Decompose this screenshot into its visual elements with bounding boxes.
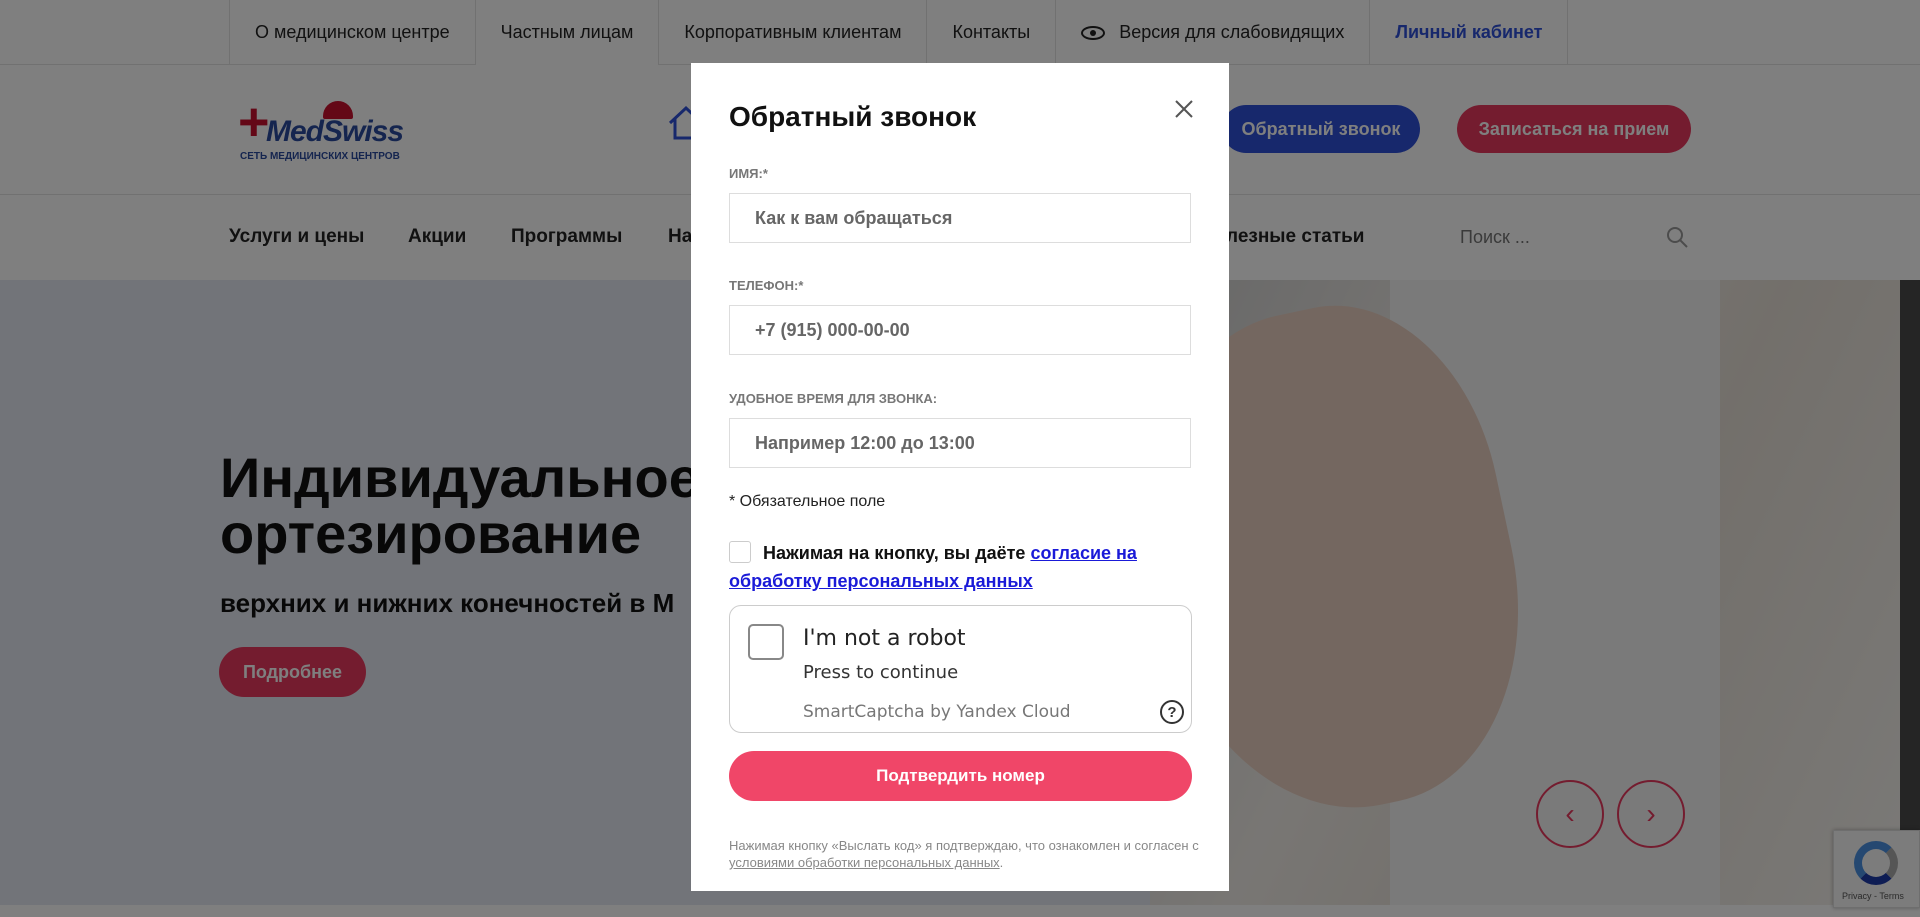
confirm-number-button[interactable]: Подтвердить номер — [729, 751, 1192, 801]
name-label: ИМЯ:* — [729, 166, 768, 181]
phone-label: ТЕЛЕФОН:* — [729, 278, 804, 293]
captcha-title: I'm not a robot — [803, 626, 966, 651]
required-note: * Обязательное поле — [729, 493, 886, 510]
close-icon[interactable] — [1172, 97, 1196, 121]
time-field[interactable] — [729, 418, 1191, 468]
name-field[interactable] — [729, 193, 1191, 243]
consent-text: Нажимая на кнопку, вы даёте — [763, 543, 1026, 563]
captcha-brand: SmartCaptcha by Yandex Cloud — [803, 702, 1071, 722]
legal-link[interactable]: условиями обработки персональных данных — [729, 855, 1000, 870]
consent-checkbox[interactable] — [729, 541, 751, 563]
smart-captcha: I'm not a robot Press to continue SmartC… — [729, 605, 1192, 733]
legal-text: Нажимая кнопку «Выслать код» я подтвержд… — [729, 838, 1199, 853]
legal-note: Нажимая кнопку «Выслать код» я подтвержд… — [729, 838, 1199, 870]
help-icon[interactable]: ? — [1160, 700, 1184, 724]
modal-title: Обратный звонок — [729, 101, 977, 132]
captcha-subtitle: Press to continue — [803, 662, 959, 683]
captcha-checkbox[interactable] — [748, 624, 784, 660]
time-label: УДОБНОЕ ВРЕМЯ ДЛЯ ЗВОНКА: — [729, 391, 938, 406]
callback-modal: Обратный звонок ИМЯ:* ТЕЛЕФОН:* УДОБНОЕ … — [691, 63, 1229, 891]
phone-field[interactable] — [729, 305, 1191, 355]
consent: Нажимая на кнопку, вы даёте согласие на … — [729, 539, 1199, 595]
